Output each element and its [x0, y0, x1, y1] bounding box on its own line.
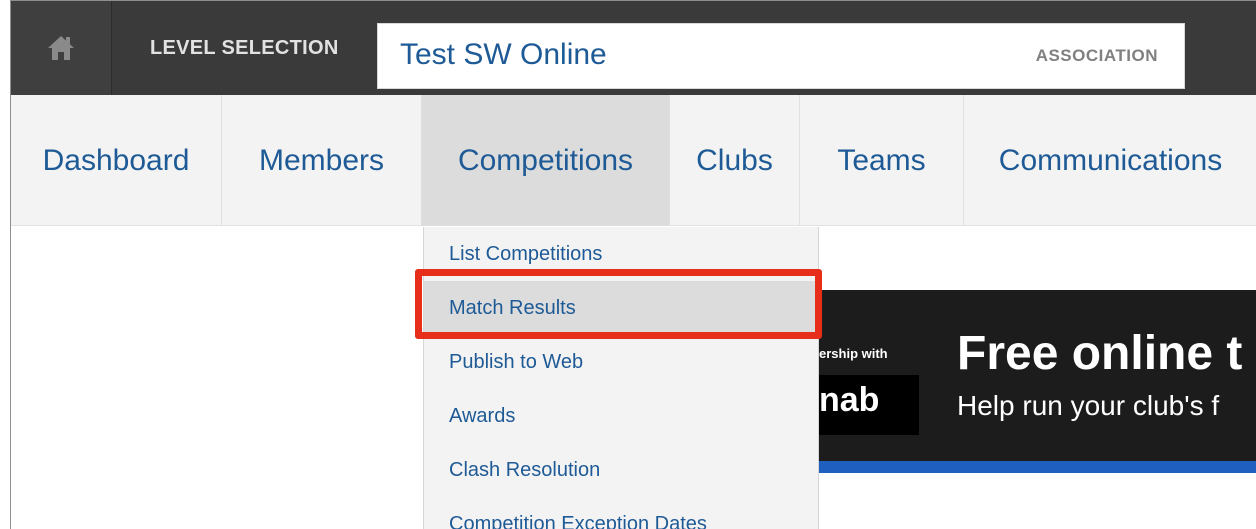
- partner-logo-text: nab: [819, 381, 880, 419]
- menu-item-label: Awards: [449, 404, 516, 427]
- home-button[interactable]: [11, 1, 112, 95]
- menu-item-awards[interactable]: Awards: [424, 389, 818, 443]
- menu-item-match-results[interactable]: Match Results: [424, 281, 818, 335]
- nav-item-label: Clubs: [696, 143, 773, 177]
- banner-partner-text: ership with: [819, 346, 888, 361]
- competitions-dropdown-menu: List Competitions Match Results Publish …: [423, 227, 819, 529]
- nav-item-communications[interactable]: Communications: [964, 95, 1256, 226]
- menu-item-clash-resolution[interactable]: Clash Resolution: [424, 443, 818, 497]
- nav-item-clubs[interactable]: Clubs: [670, 95, 800, 226]
- nav-item-competitions[interactable]: Competitions: [422, 95, 670, 226]
- partner-logo: nab: [819, 375, 919, 435]
- home-icon: [48, 36, 74, 60]
- menu-item-label: Match Results: [449, 296, 576, 319]
- nav-item-label: Members: [258, 143, 385, 177]
- nav-item-members[interactable]: Members: [222, 95, 422, 226]
- promo-banner[interactable]: ership with nab Free online t Help run y…: [819, 290, 1256, 473]
- nav-item-label: Competitions: [457, 143, 634, 177]
- menu-item-label: Competition Exception Dates: [449, 512, 707, 529]
- menu-item-label: List Competitions: [449, 242, 603, 265]
- menu-item-publish-to-web[interactable]: Publish to Web: [424, 335, 818, 389]
- banner-stripe: [819, 461, 1256, 473]
- menu-item-label: Clash Resolution: [449, 458, 601, 481]
- nav-item-label: Dashboard: [42, 143, 190, 177]
- nav-item-teams[interactable]: Teams: [800, 95, 964, 226]
- organisation-selector[interactable]: Test SW Online ASSOCIATION: [377, 23, 1185, 89]
- organisation-type: ASSOCIATION: [1035, 46, 1158, 65]
- menu-item-competition-exception-dates[interactable]: Competition Exception Dates: [424, 497, 818, 529]
- menu-item-label: Publish to Web: [449, 350, 584, 373]
- organisation-name: Test SW Online: [400, 38, 607, 71]
- app-frame: LEVEL SELECTION Test SW Online ASSOCIATI…: [10, 0, 1256, 529]
- nav-item-label: Teams: [837, 143, 926, 177]
- nav-item-label: Communications: [998, 143, 1223, 177]
- banner-subline: Help run your club's f: [957, 390, 1220, 421]
- menu-item-list-competitions[interactable]: List Competitions: [424, 227, 818, 281]
- level-selection-button[interactable]: LEVEL SELECTION: [112, 1, 366, 95]
- nav-item-dashboard[interactable]: Dashboard: [11, 95, 222, 226]
- banner-headline: Free online t: [957, 327, 1243, 380]
- level-selection-label: LEVEL SELECTION: [150, 36, 339, 59]
- top-bar: LEVEL SELECTION Test SW Online ASSOCIATI…: [11, 1, 1256, 95]
- main-nav: Dashboard Members Competitions Clubs Tea…: [11, 95, 1256, 226]
